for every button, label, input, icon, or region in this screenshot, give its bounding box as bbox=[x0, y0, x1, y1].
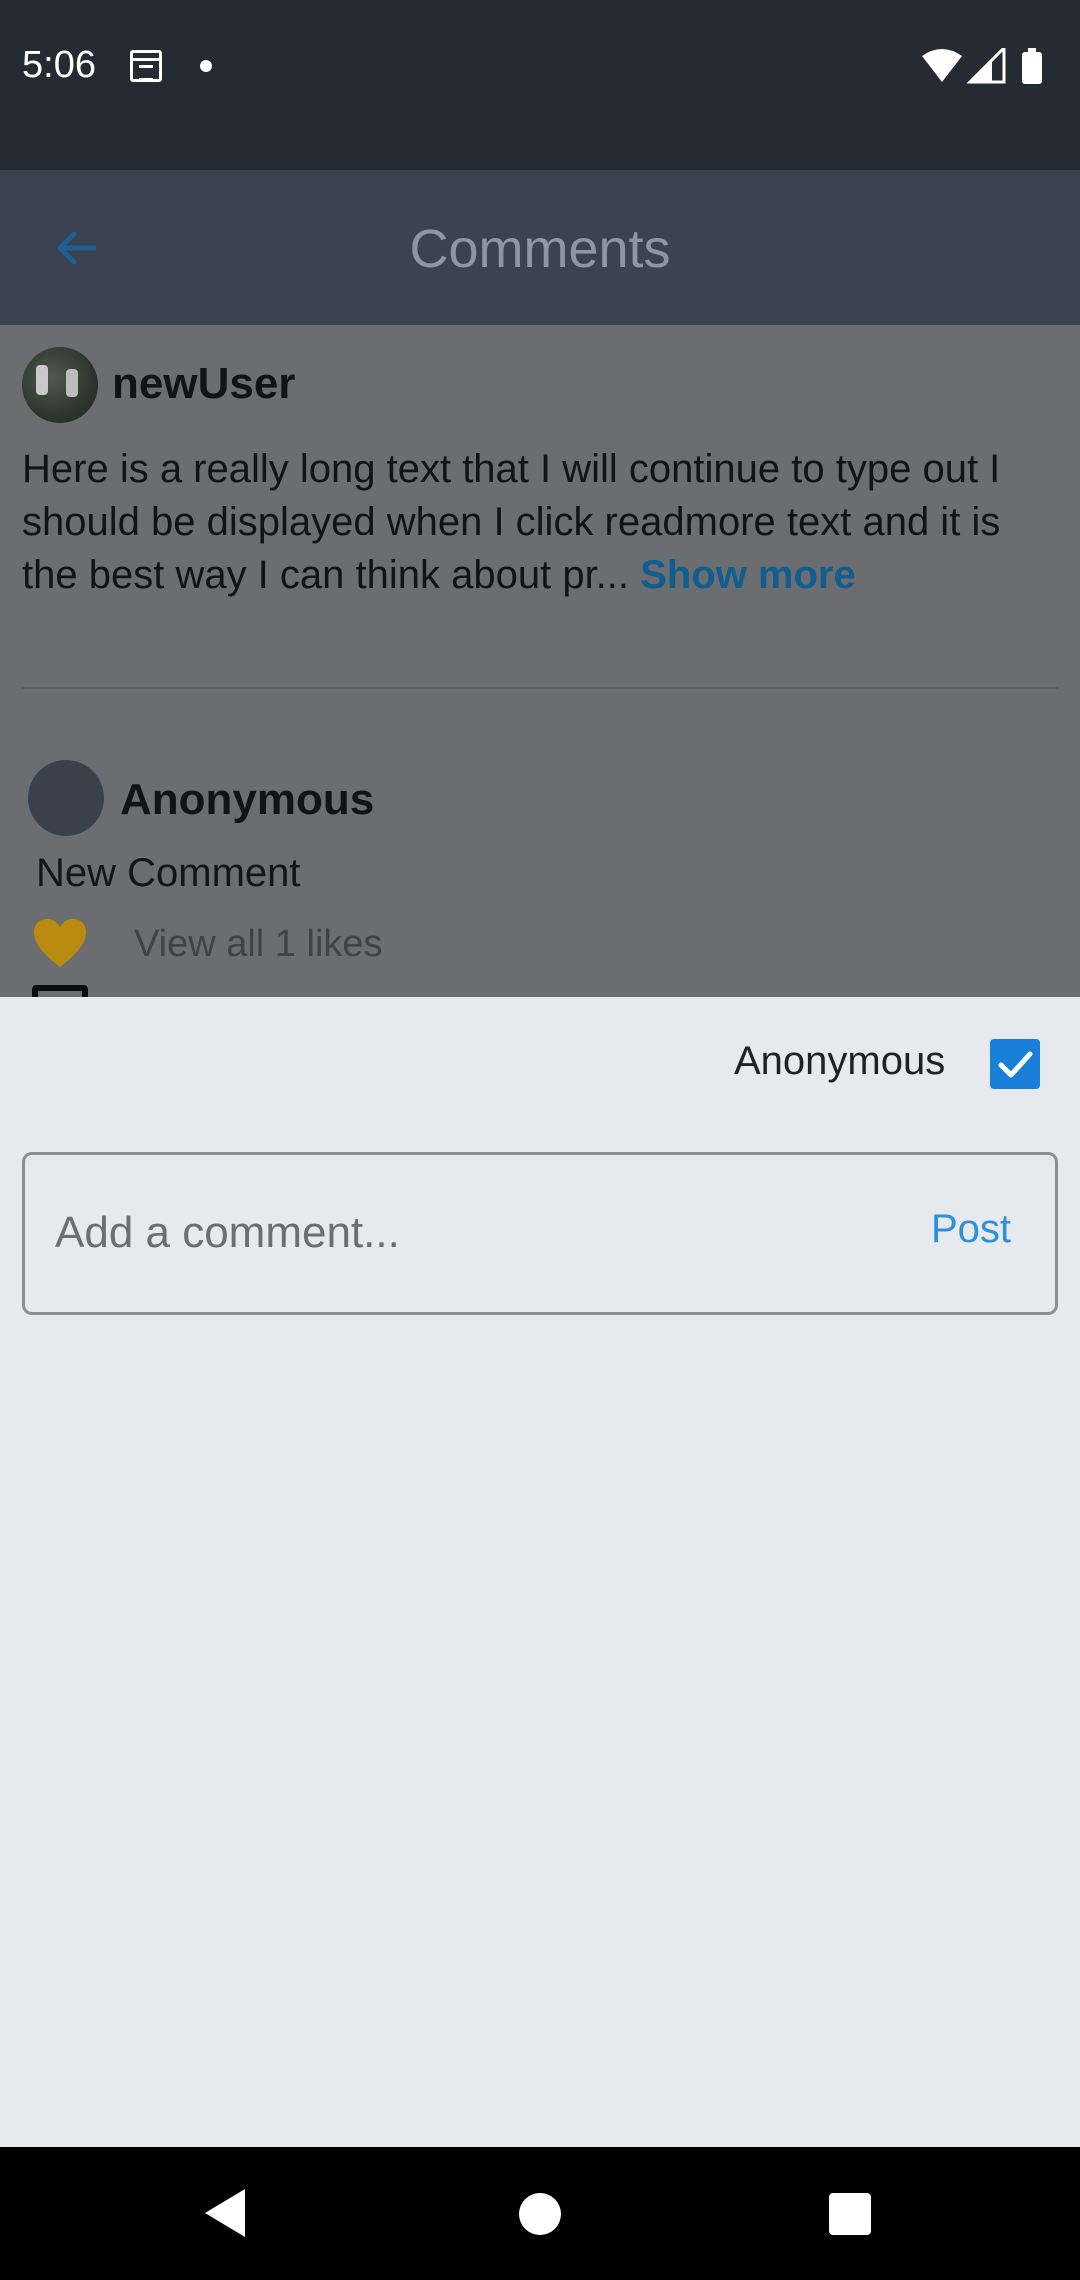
comment-composer-sheet: Anonymous Post bbox=[0, 997, 1080, 2147]
comments-list: newUser Here is a really long text that … bbox=[0, 325, 1080, 997]
anonymous-label: Anonymous bbox=[734, 1039, 946, 1083]
status-bar: 5:06 bbox=[0, 0, 1080, 170]
comment-text: New Comment bbox=[36, 851, 301, 895]
comment-username[interactable]: Anonymous bbox=[120, 775, 374, 825]
anonymous-checkbox[interactable] bbox=[990, 1039, 1040, 1089]
battery-icon bbox=[1022, 52, 1042, 84]
view-likes-link[interactable]: View all 1 likes bbox=[134, 923, 383, 966]
avatar[interactable] bbox=[22, 347, 98, 423]
nav-back-icon[interactable] bbox=[205, 2189, 245, 2237]
page-title: Comments bbox=[409, 219, 671, 279]
status-icons bbox=[922, 48, 1042, 84]
avatar[interactable] bbox=[28, 760, 104, 836]
divider bbox=[22, 687, 1058, 689]
nav-home-icon[interactable] bbox=[519, 2193, 561, 2235]
heart-icon[interactable] bbox=[32, 917, 88, 969]
check-icon bbox=[998, 1051, 1033, 1078]
comment-icon[interactable] bbox=[32, 985, 88, 997]
nav-recents-icon[interactable] bbox=[829, 2193, 871, 2235]
post-text: Here is a really long text that I will c… bbox=[22, 443, 1052, 602]
post-username[interactable]: newUser bbox=[112, 359, 295, 409]
calendar-icon bbox=[130, 50, 162, 82]
system-nav-bar bbox=[0, 2147, 1080, 2280]
post-button[interactable]: Post bbox=[931, 1207, 1011, 1252]
app-header: Comments bbox=[0, 170, 1080, 325]
show-more-link[interactable]: Show more bbox=[640, 553, 856, 597]
comment-box: Post bbox=[22, 1152, 1058, 1315]
notification-dot-icon bbox=[200, 60, 212, 72]
status-time: 5:06 bbox=[22, 44, 96, 86]
wifi-icon bbox=[922, 49, 962, 82]
comment-input[interactable] bbox=[55, 1201, 855, 1265]
